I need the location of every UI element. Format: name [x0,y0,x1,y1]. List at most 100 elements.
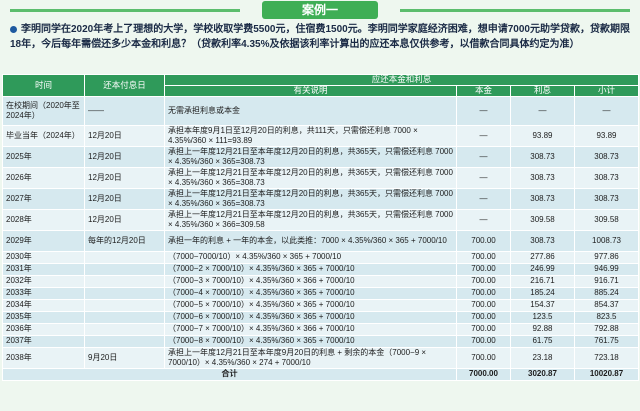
row-time: 2037年 [2,334,85,348]
banner-line-left [10,9,240,12]
row-subtotal: 308.73 [573,166,640,189]
row-date: 12月20日 [84,124,165,147]
row-date: 12月20日 [84,187,165,210]
bullet-icon [10,25,17,33]
row-date [84,286,165,300]
row-subtotal: — [573,95,640,126]
header-subtotal: 小计 [573,84,640,97]
row-interest: — [510,95,575,126]
table-row: 2030年 （7000−7000/10）× 4.35%/360 × 365 + 7… [2,250,640,264]
row-date: 12月20日 [84,166,165,189]
row-interest: 61.75 [510,334,575,348]
row-interest: 154.37 [510,298,575,312]
row-subtotal: 977.86 [573,250,640,264]
table-row: 2035年 （7000−6 × 7000/10）× 4.35%/360 × 365… [2,310,640,324]
table-row: 毕业当年（2024年） 12月20日 承担本年度9月1日至12月20日的利息，共11… [2,124,640,147]
row-desc: 承担上一年度12月21日至本年度9月20日的利息 + 剩余的本金（7000−9 … [164,346,457,369]
row-date [84,322,165,336]
row-interest: 123.5 [510,310,575,324]
row-desc: （7000−5 × 7000/10）× 4.35%/360 × 365 + 70… [164,298,457,312]
row-desc: 承担本年度9月1日至12月20日的利息，共111天，只需偿还利息 7000 × … [164,124,457,147]
row-principal: 700.00 [456,262,511,276]
table-row: 2025年 12月20日 承担上一年度12月21日至本年度12月20日的利息，共36… [2,145,640,168]
total-row: 合计 7000.00 3020.87 10020.87 [2,367,640,381]
intro-text: 李明同学在2020年考上了理想的大学，学校收取学费5500元，住宿费1500元。… [10,24,630,50]
row-desc: 承担上一年度12月21日至本年度12月20日的利息，共365天，只需偿还利息 7… [164,145,457,168]
row-time: 在校期间（2020年至2024年） [2,95,85,126]
table-row: 2026年 12月20日 承担上一年度12月21日至本年度12月20日的利息，共36… [2,166,640,189]
table-row: 2033年 （7000−4 × 7000/10）× 4.35%/360 × 365… [2,286,640,300]
row-principal: 700.00 [456,310,511,324]
row-principal: — [456,124,511,147]
table-body: 在校期间（2020年至2024年） —— 无需承担利息或本金 — — — 毕业当年（2024… [2,95,640,369]
table-row: 2037年 （7000−8 × 7000/10）× 4.35%/360 × 365… [2,334,640,348]
row-subtotal: 93.89 [573,124,640,147]
row-desc: （7000−8 × 7000/10）× 4.35%/360 × 365 + 70… [164,334,457,348]
row-subtotal: 308.73 [573,187,640,210]
row-subtotal: 723.18 [573,346,640,369]
row-interest: 246.99 [510,262,575,276]
row-subtotal: 308.73 [573,145,640,168]
row-desc: 承担上一年度12月21日至本年度12月20日的利息，共365天，只需偿还利息 7… [164,187,457,210]
row-time: 2025年 [2,145,85,168]
row-time: 2030年 [2,250,85,264]
row-desc: 承担上一年度12月21日至本年度12月20日的利息，共365天，只需偿还利息 7… [164,166,457,189]
row-interest: 308.73 [510,187,575,210]
total-label: 合计 [2,367,457,381]
table-row: 在校期间（2020年至2024年） —— 无需承担利息或本金 — — — [2,95,640,126]
row-date: 9月20日 [84,346,165,369]
row-desc: 承担一年的利息 + 一年的本金，以此类推：7000 × 4.35%/360 × … [164,229,457,252]
row-interest: 23.18 [510,346,575,369]
row-subtotal: 885.24 [573,286,640,300]
row-principal: 700.00 [456,250,511,264]
header-group: 应还本金和利息 [163,74,640,86]
row-principal: — [456,145,511,168]
row-principal: — [456,95,511,126]
row-time: 2034年 [2,298,85,312]
row-time: 毕业当年（2024年） [2,124,85,147]
row-time: 2036年 [2,322,85,336]
row-principal: 700.00 [456,322,511,336]
table-row: 2031年 （7000−2 × 7000/10）× 4.35%/360 × 365… [2,262,640,276]
header-date: 还本付息日 [84,74,165,97]
row-date [84,334,165,348]
row-principal: 700.00 [456,286,511,300]
row-principal: 700.00 [456,274,511,288]
row-principal: 700.00 [456,346,511,369]
row-desc: （7000−2 × 7000/10）× 4.35%/360 × 365 + 70… [164,262,457,276]
row-subtotal: 1008.73 [573,229,640,252]
row-desc: 无需承担利息或本金 [164,95,457,126]
row-desc: （7000−6 × 7000/10）× 4.35%/360 × 365 + 70… [164,310,457,324]
row-date [84,262,165,276]
case-intro: 李明同学在2020年考上了理想的大学，学校收取学费5500元，住宿费1500元。… [10,22,632,52]
row-principal: 700.00 [456,298,511,312]
table-row: 2032年 （7000−3 × 7000/10）× 4.35%/360 × 366… [2,274,640,288]
row-date: 12月20日 [84,145,165,168]
row-date: 每年的12月20日 [84,229,165,252]
row-time: 2029年 [2,229,85,252]
row-desc: （7000−7 × 7000/10）× 4.35%/360 × 366 + 70… [164,322,457,336]
row-subtotal: 946.99 [573,262,640,276]
header-desc: 有关说明 [164,84,457,97]
row-interest: 216.71 [510,274,575,288]
row-subtotal: 823.5 [573,310,640,324]
total-principal: 7000.00 [456,367,511,381]
row-time: 2033年 [2,286,85,300]
header-principal: 本金 [456,84,511,97]
row-interest: 277.86 [510,250,575,264]
row-time: 2035年 [2,310,85,324]
row-time: 2038年 [2,346,85,369]
case-title: 案例一 [262,1,378,19]
row-interest: 185.24 [510,286,575,300]
header-interest: 利息 [510,84,575,97]
case-banner: 案例一 [0,0,640,20]
row-principal: 700.00 [456,334,511,348]
row-desc: （7000−4 × 7000/10）× 4.35%/360 × 365 + 70… [164,286,457,300]
row-time: 2028年 [2,208,85,231]
row-interest: 308.73 [510,166,575,189]
banner-line-right [400,9,630,12]
header-time: 时间 [2,74,85,97]
row-interest: 309.58 [510,208,575,231]
row-interest: 308.73 [510,145,575,168]
row-date [84,250,165,264]
